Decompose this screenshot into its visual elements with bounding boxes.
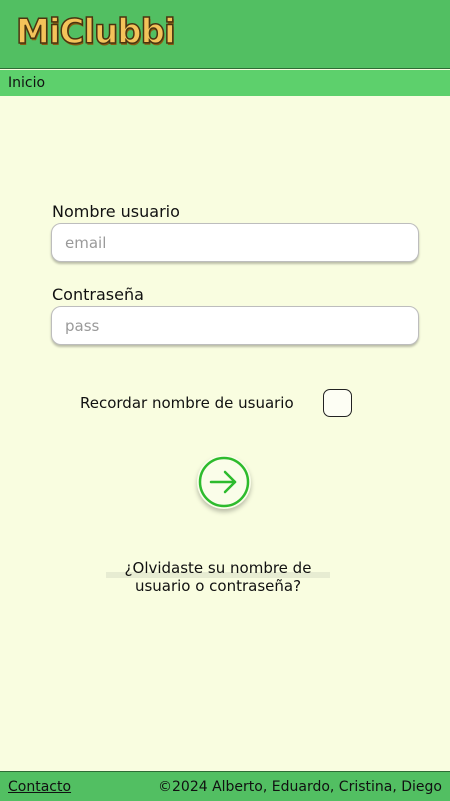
footer-copyright: ©2024 Alberto, Eduardo, Cristina, Diego (158, 779, 442, 795)
footer-contact-link[interactable]: Contacto (8, 779, 71, 795)
password-label: Contraseña (52, 285, 144, 304)
app-footer: Contacto ©2024 Alberto, Eduardo, Cristin… (0, 771, 450, 801)
app-header: MiClubbi (0, 0, 450, 69)
username-label: Nombre usuario (52, 202, 180, 221)
login-submit-button[interactable] (197, 455, 251, 509)
forgot-credentials-link[interactable]: ¿Olvidaste su nombre de usuario o contra… (106, 559, 330, 595)
nav-bar: Inicio (0, 70, 450, 96)
app-logo[interactable]: MiClubbi (15, 11, 176, 53)
username-input[interactable] (51, 223, 419, 262)
arrow-right-circle-icon (198, 456, 250, 508)
remember-username-label: Recordar nombre de usuario (80, 394, 294, 412)
password-input[interactable] (51, 306, 419, 345)
remember-username-checkbox[interactable] (323, 389, 352, 417)
nav-link-home[interactable]: Inicio (8, 75, 45, 91)
